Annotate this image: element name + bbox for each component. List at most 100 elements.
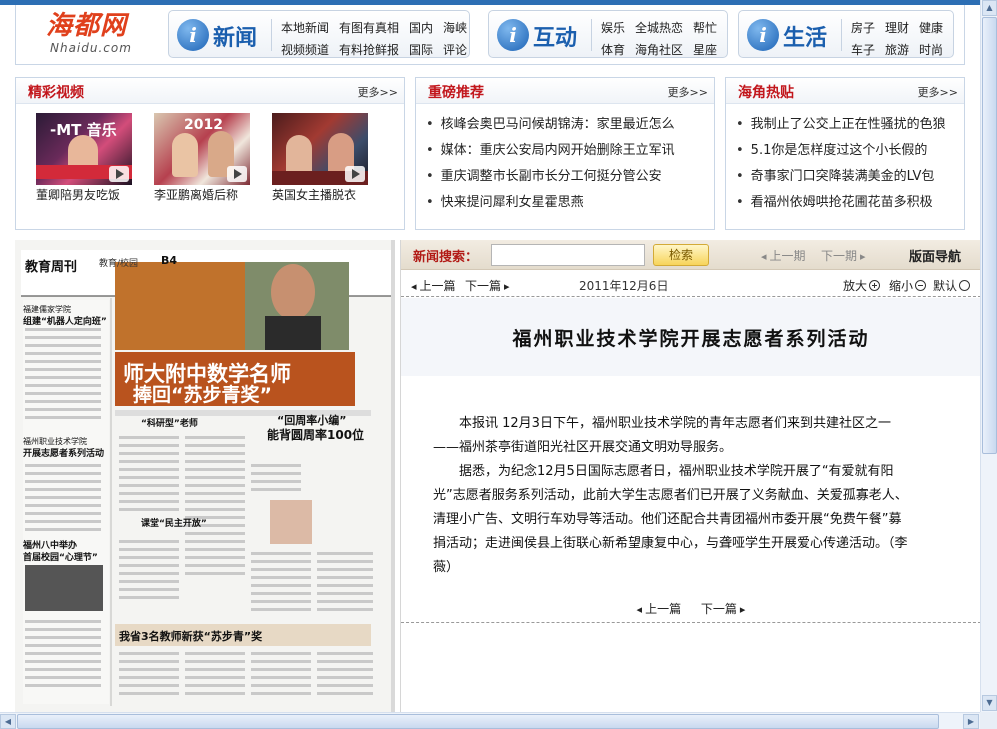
search-button[interactable]: 检索 [653, 244, 709, 266]
video-thumbnail[interactable]: 2012 [154, 113, 250, 185]
hot-posts-box: 海角热贴 更多>> 我制止了公交上正在性骚扰的色狼 5.1你是怎样度过这个小长假… [725, 77, 965, 230]
nav-link[interactable]: 车子 [851, 43, 875, 57]
horizontal-scroll-thumb[interactable] [17, 714, 939, 729]
video-caption[interactable]: 李亚鹏离婚后称 [154, 186, 250, 203]
bottom-next-article-link[interactable]: 下一篇 [701, 602, 746, 616]
video-caption[interactable]: 英国女主播脱衣 [272, 186, 368, 203]
search-input[interactable] [491, 244, 645, 266]
nav-link[interactable]: 帮忙 [693, 21, 717, 35]
nav-group-life: i 生活 房子 理财 健康 车子 旅游 时尚 [738, 10, 954, 58]
nav-link[interactable]: 本地新闻 [281, 21, 329, 35]
newspaper-page-image[interactable]: 教育周刊 教育/校园 B4 师大附中数学名师 捧回“苏步青奖” “科研型”老师 … [15, 240, 395, 712]
info-icon: i [747, 19, 779, 51]
prev-article-link[interactable]: 上一篇 [411, 277, 456, 294]
zoom-out-label: 缩小 [889, 279, 914, 293]
issue-date: 2011年12月6日 [579, 279, 669, 293]
zoom-in-button[interactable]: 放大 [843, 277, 881, 294]
box-header: 重磅推荐 更多>> [416, 78, 714, 104]
site-logo[interactable]: 海都网 Nhaidu.com [46, 11, 146, 61]
video-thumbnail[interactable] [272, 113, 368, 185]
play-icon [345, 166, 365, 182]
list-item[interactable]: 重庆调整市长副市长分工何挺分管公安 [426, 166, 675, 192]
video-item[interactable]: -MT 音乐 董卿陪男友吃饭 [36, 113, 132, 203]
nav-link[interactable]: 健康 [919, 21, 943, 35]
nav-link[interactable]: 视频频道 [281, 43, 329, 57]
zoom-default-button[interactable]: 默认 [933, 277, 971, 294]
nav-link[interactable]: 有料抢鲜报 [339, 43, 399, 57]
nav-title-life[interactable]: 生活 [783, 20, 827, 52]
nav-link[interactable]: 全城热恋 [635, 21, 683, 35]
article-paragraph: 本报讯 12月3日下午，福州职业技术学院的青年志愿者们来到共建社区之一——福州茶… [433, 416, 891, 455]
article-paragraph: 据悉，为纪念12月5日国际志愿者日，福州职业技术学院开展了“有爱就有阳光”志愿者… [433, 464, 908, 575]
article-title: 福州职业技术学院开展志愿者系列活动 [512, 328, 870, 350]
vertical-scrollbar[interactable]: ▲ ▼ [980, 0, 997, 712]
more-link[interactable]: 更多>> [918, 84, 958, 100]
paper-section: 教育/校园 [99, 259, 139, 269]
list-item[interactable]: 媒体：重庆公安局内网开始删除王立军讯 [426, 140, 675, 166]
next-article-link[interactable]: 下一篇 [465, 277, 510, 294]
search-label: 新闻搜索： [413, 250, 479, 265]
nav-link[interactable]: 星座 [693, 43, 717, 57]
nav-link[interactable]: 国内 [409, 21, 433, 35]
nav-separator [271, 19, 272, 51]
recommend-box: 重磅推荐 更多>> 核峰会奥巴马问候胡锦涛：家里最近怎么 媒体：重庆公安局内网开… [415, 77, 715, 230]
scroll-up-icon[interactable]: ▲ [982, 0, 997, 16]
nav-link[interactable]: 评论 [443, 43, 467, 57]
radio-icon [959, 280, 971, 291]
zoom-in-icon [869, 280, 881, 291]
nav-link[interactable]: 时尚 [919, 43, 943, 57]
video-box: 精彩视频 更多>> -MT 音乐 董卿陪男友吃饭 2012 李亚鹏离婚后称 英国… [15, 77, 405, 230]
bottom-prev-article-link[interactable]: 上一篇 [637, 602, 682, 616]
paper-page-no: B4 [161, 254, 178, 267]
scroll-down-icon[interactable]: ▼ [982, 695, 997, 711]
next-issue-link[interactable]: 下一期 [821, 247, 866, 264]
nav-links-interact: 娱乐 全城热恋 帮忙 体育 海角社区 星座 [601, 17, 727, 61]
box-header: 海角热贴 更多>> [726, 78, 964, 104]
more-link[interactable]: 更多>> [668, 84, 708, 100]
play-icon [227, 166, 247, 182]
video-caption[interactable]: 董卿陪男友吃饭 [36, 186, 132, 203]
layout-nav-link[interactable]: 版面导航 [909, 246, 961, 265]
video-item[interactable]: 英国女主播脱衣 [272, 113, 368, 203]
list-item[interactable]: 奇事家门口突降装满美金的LV包 [736, 166, 946, 192]
list-item[interactable]: 5.1你是怎样度过这个小长假的 [736, 140, 946, 166]
nav-link[interactable]: 理财 [885, 21, 909, 35]
zoom-in-label: 放大 [843, 279, 868, 293]
list-item[interactable]: 看福州依姆哄抢花圃花苗多积极 [736, 192, 946, 218]
nav-title-news[interactable]: 新闻 [213, 20, 257, 52]
nav-link[interactable]: 海角社区 [635, 43, 683, 57]
horizontal-scrollbar[interactable]: ◀ ▶ [0, 712, 980, 729]
prev-issue-link[interactable]: 上一期 [761, 247, 806, 264]
list-item[interactable]: 核峰会奥巴马问候胡锦涛：家里最近怎么 [426, 114, 675, 140]
box-header: 精彩视频 更多>> [16, 78, 404, 104]
scroll-right-icon[interactable]: ▶ [963, 714, 979, 729]
nav-link[interactable]: 海峡 [443, 21, 467, 35]
more-link[interactable]: 更多>> [358, 84, 398, 100]
nav-link[interactable]: 体育 [601, 43, 625, 57]
list-item[interactable]: 我制止了公交上正在性骚扰的色狼 [736, 114, 946, 140]
zoom-out-button[interactable]: 缩小 [889, 277, 927, 294]
video-item[interactable]: 2012 李亚鹏离婚后称 [154, 113, 250, 203]
paper-left-h2: 组建“机器人定向班” [23, 317, 107, 327]
divider [401, 622, 980, 623]
paper-tag-1: “科研型”老师 [141, 419, 198, 429]
nav-link[interactable]: 有图有真相 [339, 21, 399, 35]
nav-separator [841, 19, 842, 51]
info-icon: i [177, 19, 209, 51]
scrollbar-corner [980, 712, 997, 729]
nav-group-interact: i 互动 娱乐 全城热恋 帮忙 体育 海角社区 星座 [488, 10, 728, 58]
nav-link[interactable]: 旅游 [885, 43, 909, 57]
nav-link[interactable]: 娱乐 [601, 21, 625, 35]
box-title: 海角热贴 [738, 85, 794, 101]
vertical-scroll-thumb[interactable] [982, 17, 997, 454]
paper-left-h6: 首届校园“心理节” [23, 553, 98, 563]
nav-link[interactable]: 国际 [409, 43, 433, 57]
nav-title-interact[interactable]: 互动 [533, 20, 577, 52]
video-thumbnail[interactable]: -MT 音乐 [36, 113, 132, 185]
nav-link[interactable]: 房子 [851, 21, 875, 35]
paper-headline-2: 捧回“苏步青奖” [133, 384, 272, 406]
list-item[interactable]: 快来提问犀利女星霍思燕 [426, 192, 675, 218]
paper-sub-2: 能背圆周率100位 [267, 428, 365, 442]
paper-bottom-headline: 我省3名教师新获“苏步青”奖 [119, 630, 263, 643]
scroll-left-icon[interactable]: ◀ [0, 714, 16, 729]
